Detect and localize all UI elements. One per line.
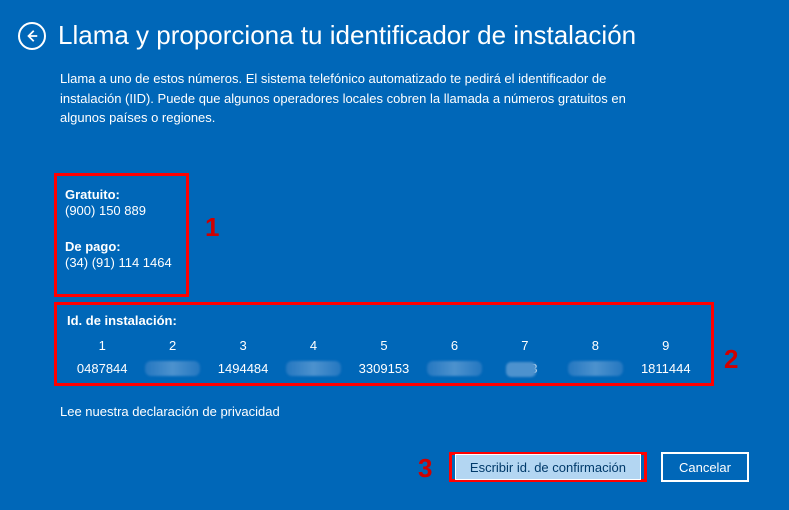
iid-col-header: 4 <box>278 338 348 353</box>
redacted-block <box>286 361 341 376</box>
confirm-button-highlight: Escribir id. de confirmación <box>449 452 647 482</box>
installation-id-title: Id. de instalación: <box>67 313 701 328</box>
iid-col-header: 6 <box>419 338 489 353</box>
iid-value-redacted <box>278 361 348 379</box>
back-button[interactable] <box>18 22 46 50</box>
iid-col-header: 9 <box>631 338 701 353</box>
privacy-link[interactable]: Lee nuestra declaración de privacidad <box>60 404 280 419</box>
iid-col-header: 1 <box>67 338 137 353</box>
iid-value: 1494484 <box>208 361 278 379</box>
phone-paid-number: (34) (91) 114 1464 <box>65 255 178 270</box>
iid-value: 1811444 <box>631 361 701 379</box>
page-description: Llama a uno de estos números. El sistema… <box>0 51 730 128</box>
annotation-2: 2 <box>724 344 738 375</box>
redacted-block <box>427 361 482 376</box>
redacted-block <box>568 361 623 376</box>
iid-col-header: 2 <box>137 338 207 353</box>
iid-value-redacted <box>137 361 207 379</box>
iid-col-header: 8 <box>560 338 630 353</box>
arrow-left-icon <box>25 29 39 43</box>
annotation-3: 3 <box>418 453 432 484</box>
iid-value-partial: 1 33 <box>490 361 560 379</box>
page-title: Llama y proporciona tu identificador de … <box>58 20 636 51</box>
iid-value: 0487844 <box>67 361 137 379</box>
iid-col-header: 3 <box>208 338 278 353</box>
installation-id-box: Id. de instalación: 1 2 3 4 5 6 7 8 9 04… <box>54 302 714 386</box>
iid-value-redacted <box>560 361 630 379</box>
phone-free-number: (900) 150 889 <box>65 203 178 218</box>
iid-value: 3309153 <box>349 361 419 379</box>
iid-value-redacted <box>419 361 489 379</box>
phone-paid-label: De pago: <box>65 239 178 254</box>
confirm-button[interactable]: Escribir id. de confirmación <box>455 454 641 480</box>
annotation-1: 1 <box>205 212 219 243</box>
iid-col-header: 7 <box>490 338 560 353</box>
phone-numbers-box: Gratuito: (900) 150 889 De pago: (34) (9… <box>54 173 189 297</box>
cancel-button[interactable]: Cancelar <box>661 452 749 482</box>
iid-col-header: 5 <box>349 338 419 353</box>
redacted-block <box>506 362 536 377</box>
redacted-block <box>145 361 200 376</box>
phone-free-label: Gratuito: <box>65 187 178 202</box>
